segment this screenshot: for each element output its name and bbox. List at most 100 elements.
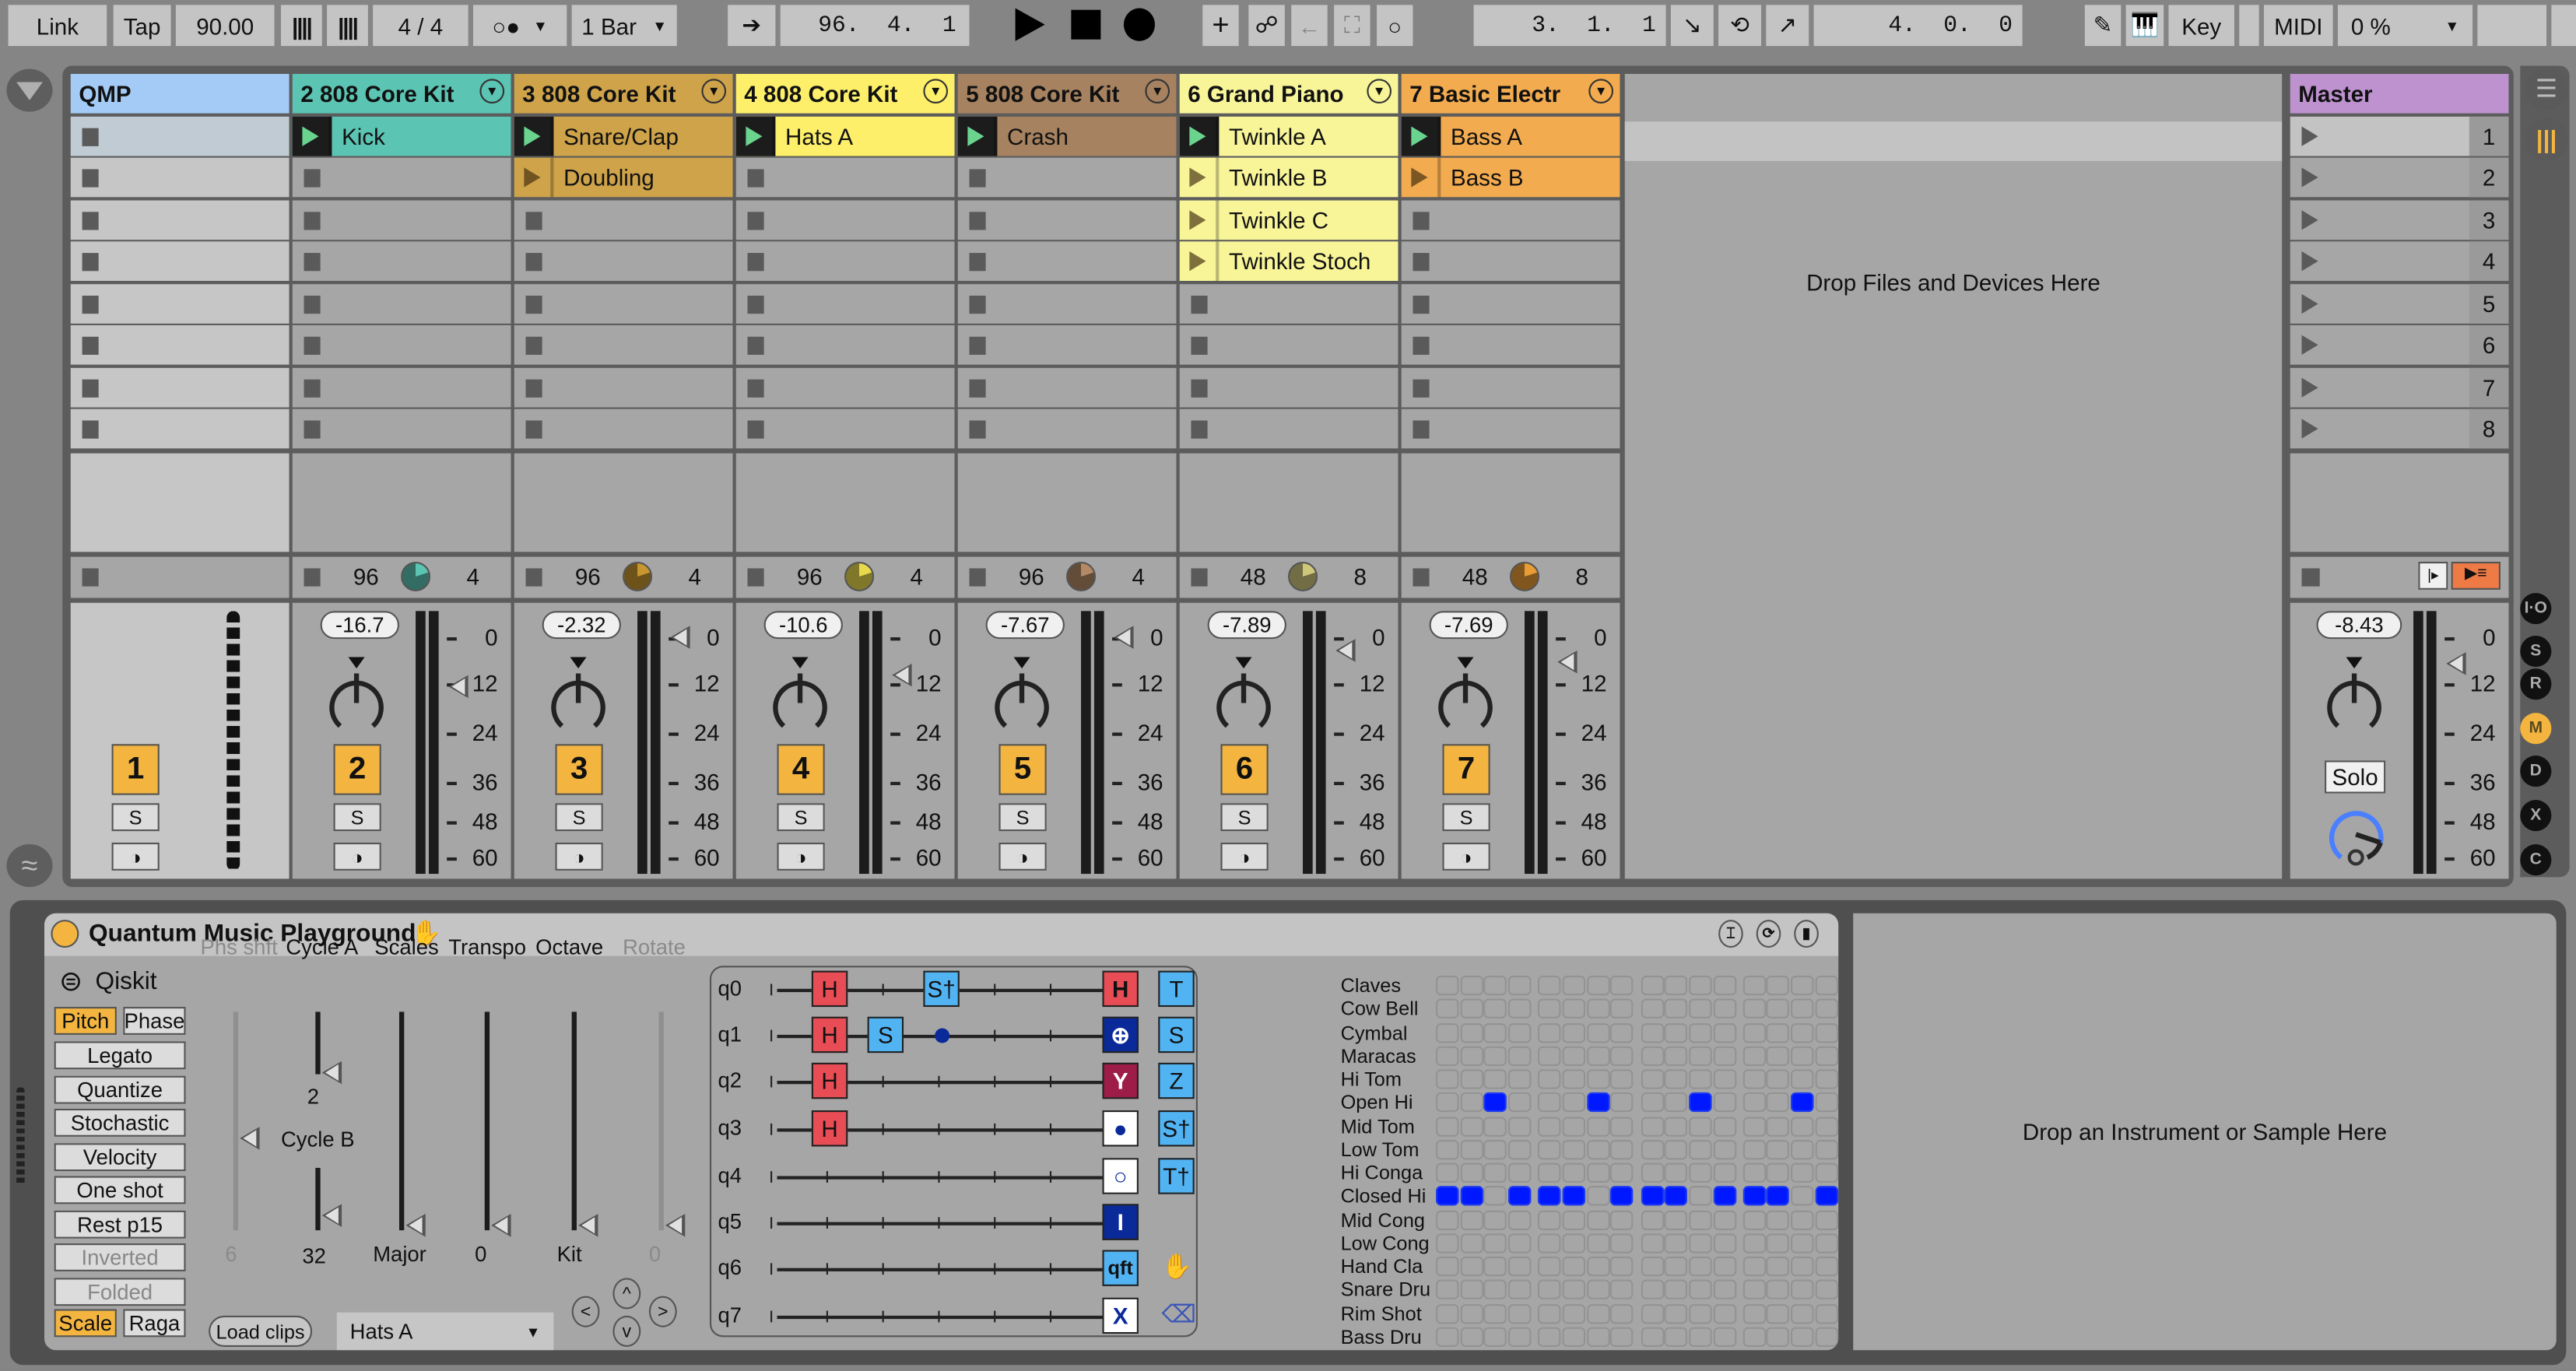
capture-button[interactable]: ⛶ [1334, 5, 1370, 47]
clip-slot[interactable] [957, 241, 1177, 281]
arm-button[interactable]: ◑ [777, 842, 825, 871]
clip-stop-button[interactable] [1413, 420, 1430, 439]
session-view-button[interactable]: ☰ [2525, 67, 2568, 110]
clip-slot[interactable] [735, 199, 955, 240]
track-header[interactable]: 5 808 Core Kit ▼ [957, 73, 1177, 114]
device-power-toggle[interactable] [51, 920, 79, 948]
palette-z-gate[interactable]: Z [1158, 1062, 1195, 1099]
scene-launch-slot[interactable]: 5 [2290, 283, 2509, 323]
step-cell[interactable] [1610, 1279, 1634, 1300]
step-cell[interactable] [1767, 1069, 1790, 1089]
step-cell[interactable] [1791, 1022, 1814, 1043]
scene-launch-slot[interactable]: 3 [2290, 199, 2509, 240]
step-cell[interactable] [1538, 1186, 1561, 1207]
device-hot-swap-button[interactable]: ⟳ [1756, 920, 1781, 948]
step-cell[interactable] [1436, 1186, 1459, 1207]
step-cell[interactable] [1538, 1046, 1561, 1066]
step-cell[interactable] [1640, 1069, 1664, 1089]
circuit-gate-S[interactable]: S [867, 1016, 904, 1054]
step-cell[interactable] [1460, 1046, 1483, 1066]
step-cell[interactable] [1742, 1022, 1766, 1043]
step-cell[interactable] [1688, 1232, 1712, 1254]
step-cell[interactable] [1815, 1116, 1838, 1136]
step-cell[interactable] [1791, 1327, 1814, 1347]
step-cell[interactable] [1538, 999, 1561, 1019]
step-cell[interactable] [1586, 1256, 1609, 1277]
pan-knob[interactable] [325, 657, 388, 732]
step-cell[interactable] [1712, 999, 1736, 1019]
clip-slot[interactable] [70, 241, 290, 281]
step-cell[interactable] [1562, 975, 1585, 996]
cycle-a-slider-handle[interactable] [321, 1061, 342, 1085]
step-cell[interactable] [1538, 1232, 1561, 1254]
solo-button[interactable]: S [111, 803, 160, 832]
mode-button-inverted[interactable]: Inverted [54, 1243, 186, 1271]
step-cell[interactable] [1664, 1116, 1688, 1136]
play-button[interactable] [1015, 8, 1045, 41]
step-cell[interactable] [1815, 1069, 1838, 1089]
step-cell[interactable] [1640, 1279, 1664, 1300]
clip-launch-button[interactable] [1180, 241, 1220, 281]
palette-y-gate[interactable]: Y [1102, 1062, 1139, 1099]
step-cell[interactable] [1562, 1232, 1585, 1254]
clip-stop-button[interactable] [969, 420, 986, 439]
step-cell[interactable] [1436, 1209, 1459, 1230]
step-cell[interactable] [1508, 975, 1532, 996]
step-cell[interactable] [1742, 1046, 1766, 1066]
track-header[interactable]: QMP [70, 73, 290, 114]
scene-launch-slot[interactable]: 2 [2290, 157, 2509, 198]
qubit-wire[interactable] [770, 1171, 1103, 1183]
clip-slot[interactable] [514, 366, 733, 407]
volume-field[interactable]: -7.69 [1429, 611, 1508, 640]
loop-button[interactable]: ⟲ [1718, 5, 1761, 47]
scene-launch-slot[interactable]: 6 [2290, 324, 2509, 365]
step-cell[interactable] [1767, 1327, 1790, 1347]
volume-fader-handle[interactable] [1335, 638, 1356, 661]
palette-anti-control-gate[interactable]: ○ [1102, 1158, 1139, 1194]
step-cell[interactable] [1436, 975, 1459, 996]
step-cell[interactable] [1586, 1046, 1609, 1066]
clip-slot[interactable]: Twinkle C [1179, 199, 1399, 240]
step-cell[interactable] [1562, 1279, 1585, 1300]
step-cell[interactable] [1640, 1209, 1664, 1230]
octave-slider-track[interactable] [571, 1012, 577, 1231]
stop-button[interactable] [1071, 9, 1101, 40]
clip-stop-button[interactable] [747, 420, 764, 439]
step-cell[interactable] [1484, 999, 1507, 1019]
loop-start-field[interactable]: 3. 1. 1 [1473, 5, 1666, 47]
step-cell[interactable] [1484, 1232, 1507, 1254]
clip-stop-button[interactable] [747, 336, 764, 355]
step-cell[interactable] [1460, 1116, 1483, 1136]
step-cell[interactable] [1640, 1232, 1664, 1254]
step-cell[interactable] [1767, 1162, 1790, 1183]
clip-stop-button[interactable] [747, 378, 764, 397]
step-cell[interactable] [1688, 1209, 1712, 1230]
clip-stop-button[interactable] [304, 169, 321, 188]
step-cell[interactable] [1791, 1303, 1814, 1324]
step-cell[interactable] [1562, 1139, 1585, 1159]
step-cell[interactable] [1767, 1279, 1790, 1300]
drop-instrument-area[interactable]: Drop an Instrument or Sample Here [1853, 913, 2557, 1351]
step-cell[interactable] [1610, 1303, 1634, 1324]
hand-tool-button[interactable]: ✋ [1161, 1252, 1191, 1282]
step-cell[interactable] [1484, 1209, 1507, 1230]
step-cell[interactable] [1484, 1279, 1507, 1300]
step-cell[interactable] [1562, 1209, 1585, 1230]
step-cell[interactable] [1610, 1162, 1634, 1183]
step-cell[interactable] [1484, 1092, 1507, 1113]
step-cell[interactable] [1815, 1279, 1838, 1300]
palette-h-gate[interactable]: H [1102, 970, 1139, 1008]
step-cell[interactable] [1436, 1046, 1459, 1066]
master-pan-knob[interactable] [2323, 657, 2385, 732]
key-map-button[interactable]: Key [2168, 5, 2234, 47]
scene-launch-slot[interactable]: 7 [2290, 366, 2509, 407]
step-cell[interactable] [1562, 999, 1585, 1019]
step-cell[interactable] [1664, 1279, 1688, 1300]
nav-up-button[interactable]: ^ [612, 1278, 641, 1310]
clip-slot[interactable] [292, 199, 511, 240]
mode-button-pitch[interactable]: Pitch [54, 1007, 117, 1035]
step-cell[interactable] [1508, 999, 1532, 1019]
nav-down-button[interactable]: v [612, 1315, 641, 1348]
punch-in-button[interactable]: ↘ [1670, 5, 1714, 47]
step-cell[interactable] [1742, 999, 1766, 1019]
